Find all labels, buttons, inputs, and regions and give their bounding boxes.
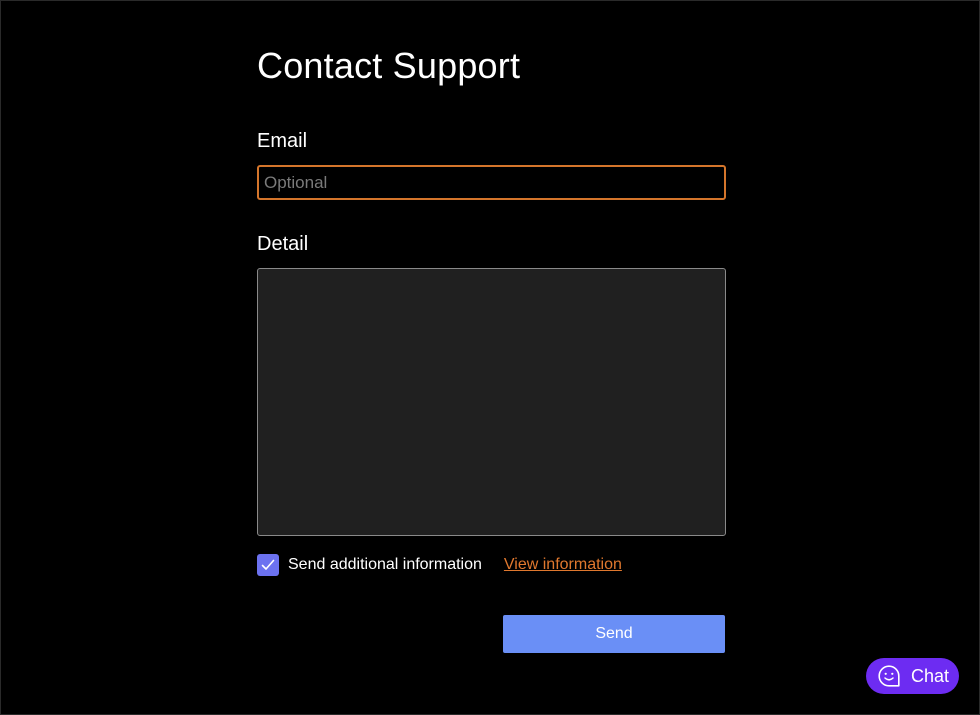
checkmark-icon [261,559,275,570]
send-additional-info-label: Send additional information [288,556,482,573]
view-information-link[interactable]: View information [504,556,622,574]
chat-label: Chat [911,665,950,686]
chat-button[interactable]: Chat [866,658,959,694]
detail-textarea[interactable] [257,268,726,536]
send-button[interactable]: Send [503,615,725,653]
email-label: Email [257,130,308,152]
chat-smiley-icon [877,664,901,688]
contact-support-window: Contact Support Email Detail Send additi… [0,0,980,715]
email-field[interactable] [257,165,726,200]
page-title: Contact Support [257,45,521,86]
send-additional-info-checkbox[interactable] [257,554,279,576]
additional-info-row: Send additional information View informa… [257,553,622,577]
detail-label: Detail [257,233,309,255]
